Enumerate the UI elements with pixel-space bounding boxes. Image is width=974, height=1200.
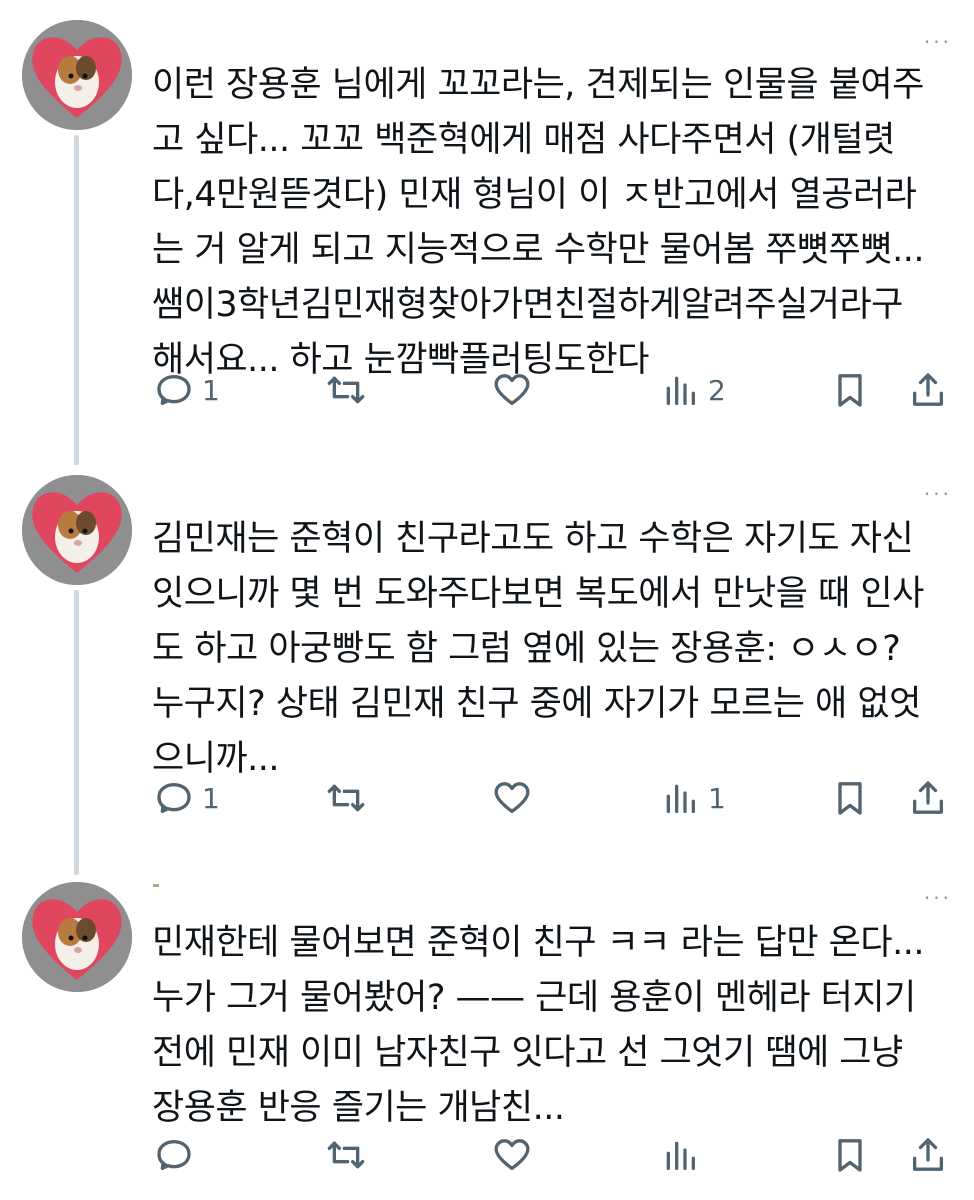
views-icon (666, 784, 695, 813)
avatar[interactable] (22, 882, 132, 992)
reply-icon (157, 783, 191, 813)
views-count: 1 (708, 781, 726, 815)
views-button[interactable] (660, 1133, 708, 1177)
share-icon (913, 781, 943, 814)
guinea-pig-avatar (22, 882, 132, 992)
bookmark-button[interactable] (830, 368, 870, 412)
more-icon[interactable]: ··· (924, 32, 952, 52)
like-button[interactable] (492, 1133, 532, 1177)
like-button[interactable] (492, 776, 532, 820)
reply-button[interactable]: 1 (154, 776, 220, 820)
thread-line (74, 590, 79, 875)
bookmark-button[interactable] (830, 776, 870, 820)
views-count: 2 (708, 373, 726, 407)
bookmark-icon (838, 1139, 862, 1172)
bookmark-icon (838, 374, 862, 407)
reply-icon (157, 1140, 191, 1170)
guinea-pig-avatar (22, 20, 132, 130)
heart-icon (494, 1139, 530, 1170)
guinea-pig-avatar (22, 475, 132, 585)
avatar[interactable] (22, 475, 132, 585)
share-icon (913, 1138, 943, 1171)
tweet-actions: 1 1 (152, 776, 952, 820)
like-button[interactable] (492, 368, 532, 412)
reply-button[interactable]: 1 (154, 368, 220, 412)
retweet-button[interactable] (326, 776, 366, 820)
retweet-button[interactable] (326, 1133, 366, 1177)
more-icon[interactable]: ··· (924, 484, 952, 504)
share-icon (913, 373, 943, 406)
tweet-text: 김민재는 준혁이 친구라고도 하고 수학은 자기도 자신 잇으니까 몇 번 도와… (152, 519, 924, 779)
views-button[interactable]: 1 (660, 776, 726, 820)
more-icon[interactable]: ··· (924, 888, 952, 908)
share-button[interactable] (908, 1133, 948, 1177)
retweet-icon (327, 784, 365, 812)
tweet-text: 민재한테 물어보면 준혁이 친구 ㅋㅋ 라는 답만 온다... 누가 그거 물어… (152, 923, 924, 1128)
bookmark-icon (838, 782, 862, 815)
thread-line (74, 135, 79, 465)
tweet-text: 이런 장용훈 님에게 꼬꼬라는, 견제되는 인물을 붙여주 고 싶다... 꼬꼬… (152, 65, 924, 380)
avatar[interactable] (22, 20, 132, 130)
tweet-actions: 1 2 (152, 368, 952, 412)
share-button[interactable] (908, 368, 948, 412)
retweet-icon (327, 1141, 365, 1169)
heart-icon (494, 782, 530, 813)
retweet-icon (327, 376, 365, 404)
views-button[interactable]: 2 (660, 368, 726, 412)
bookmark-button[interactable] (830, 1133, 870, 1177)
share-button[interactable] (908, 776, 948, 820)
retweet-button[interactable] (326, 368, 366, 412)
reply-count: 1 (202, 781, 220, 815)
decorative-mark (153, 884, 159, 887)
tweet-actions (152, 1133, 952, 1177)
views-icon (666, 1141, 695, 1170)
reply-count: 1 (202, 373, 220, 407)
heart-icon (494, 374, 530, 405)
views-icon (666, 376, 695, 405)
reply-icon (157, 375, 191, 405)
reply-button[interactable] (154, 1133, 202, 1177)
